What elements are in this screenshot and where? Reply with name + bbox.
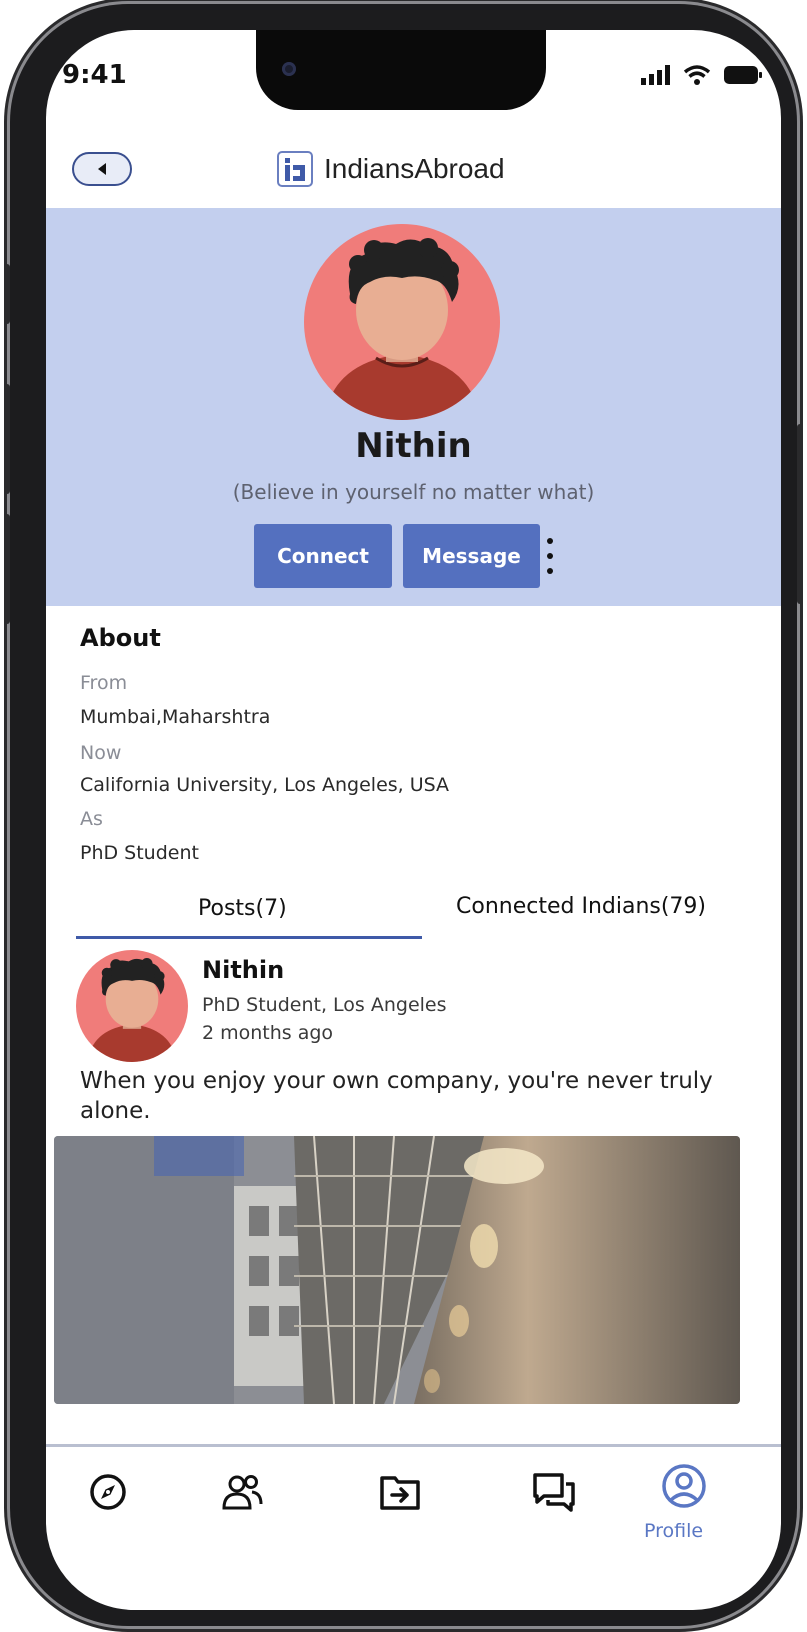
app-logo-icon — [277, 151, 313, 187]
volume-down-button — [4, 514, 10, 624]
about-title: About — [80, 624, 161, 652]
app-header: IndiansAbroad — [46, 130, 781, 210]
post-text: When you enjoy your own company, you're … — [80, 1068, 713, 1124]
nav-people[interactable] — [218, 1468, 266, 1516]
about-now-value: California University, Los Angeles, USA — [80, 774, 450, 796]
about-as-label: As — [80, 808, 103, 830]
battery-icon — [724, 66, 762, 84]
person-illustration-icon — [324, 238, 480, 420]
bottom-nav-divider — [46, 1444, 781, 1447]
volume-up-button — [4, 384, 10, 494]
power-button — [797, 424, 803, 604]
screen: 9:41 IndiansAbroad Nithin (Believe in yo… — [46, 30, 781, 1610]
about-from-label: From — [80, 672, 128, 694]
nav-messages[interactable] — [530, 1468, 578, 1516]
post-author-subtitle: PhD Student, Los Angeles — [202, 994, 447, 1016]
about-as-value: PhD Student — [80, 842, 199, 864]
person-illustration-icon — [87, 958, 177, 1062]
profile-avatar — [304, 224, 500, 420]
profile-quote: (Believe in yourself no matter what) — [232, 480, 595, 504]
wifi-icon — [683, 65, 711, 85]
back-arrow-icon — [98, 163, 106, 175]
folder-arrow-icon — [380, 1476, 420, 1510]
tab-connected-indians[interactable]: Connected Indians(79) — [456, 894, 706, 919]
post-timestamp: 2 months ago — [202, 1022, 334, 1044]
app-title: IndiansAbroad — [324, 153, 505, 184]
about-from-value: Mumbai,Maharshtra — [80, 706, 271, 728]
nav-share[interactable] — [376, 1468, 424, 1516]
nav-profile[interactable] — [660, 1462, 708, 1510]
post-image[interactable] — [54, 1136, 740, 1404]
notch — [256, 30, 546, 110]
active-tab-indicator — [76, 936, 422, 939]
more-options-icon[interactable] — [544, 538, 556, 574]
signal-icon — [641, 65, 670, 85]
mute-switch — [4, 264, 10, 324]
profile-name: Nithin — [355, 426, 472, 466]
status-icons — [641, 64, 763, 86]
about-section: About From Mumbai,Maharshtra Now Califor… — [80, 624, 760, 864]
nav-profile-label[interactable]: Profile — [644, 1520, 703, 1542]
about-now-label: Now — [80, 742, 122, 764]
profile-header: Nithin (Believe in yourself no matter wh… — [46, 208, 781, 606]
compass-icon — [90, 1474, 126, 1510]
post-author-name[interactable]: Nithin — [202, 956, 284, 984]
front-camera — [282, 62, 296, 76]
nav-explore[interactable] — [84, 1468, 132, 1516]
post-author-avatar[interactable] — [76, 950, 188, 1062]
phone-frame: 9:41 IndiansAbroad Nithin (Believe in yo… — [4, 4, 803, 1626]
message-button[interactable]: Message — [403, 524, 540, 588]
brand: IndiansAbroad — [276, 150, 505, 188]
chat-icon — [533, 1473, 575, 1512]
profile-icon — [662, 1464, 706, 1508]
connect-button[interactable]: Connect — [254, 524, 392, 588]
back-button[interactable] — [72, 152, 132, 186]
status-time: 9:41 — [62, 60, 127, 90]
tab-posts[interactable]: Posts(7) — [198, 896, 287, 921]
people-icon — [222, 1475, 263, 1510]
